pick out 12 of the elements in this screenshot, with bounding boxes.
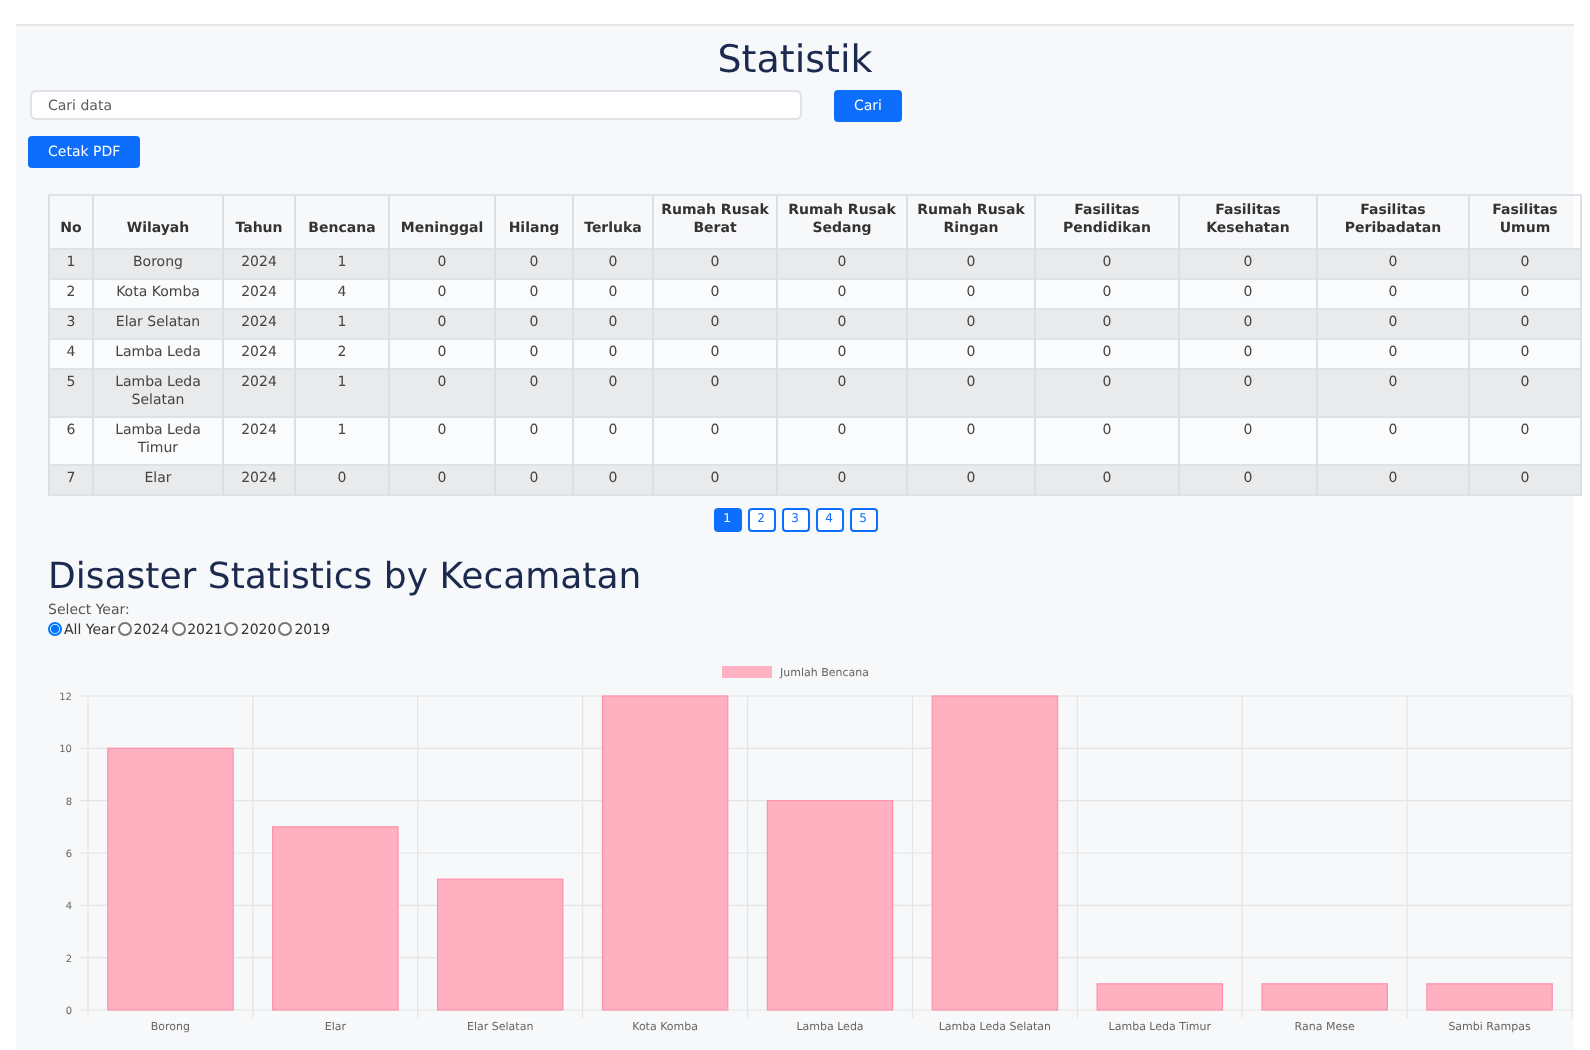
year-radio[interactable]	[224, 622, 239, 636]
year-radio[interactable]	[48, 622, 62, 636]
legend-swatch	[722, 665, 772, 677]
bar	[436, 877, 564, 1010]
bar	[1261, 982, 1388, 1010]
page-title: Statistik	[715, 38, 875, 82]
year-radio[interactable]	[171, 622, 186, 636]
bar	[1096, 982, 1224, 1010]
year-radio[interactable]	[117, 622, 132, 636]
section-title: Disaster Statistics by Kecamatan	[48, 555, 644, 599]
year-radio[interactable]	[278, 622, 293, 636]
bar	[1426, 982, 1553, 1010]
